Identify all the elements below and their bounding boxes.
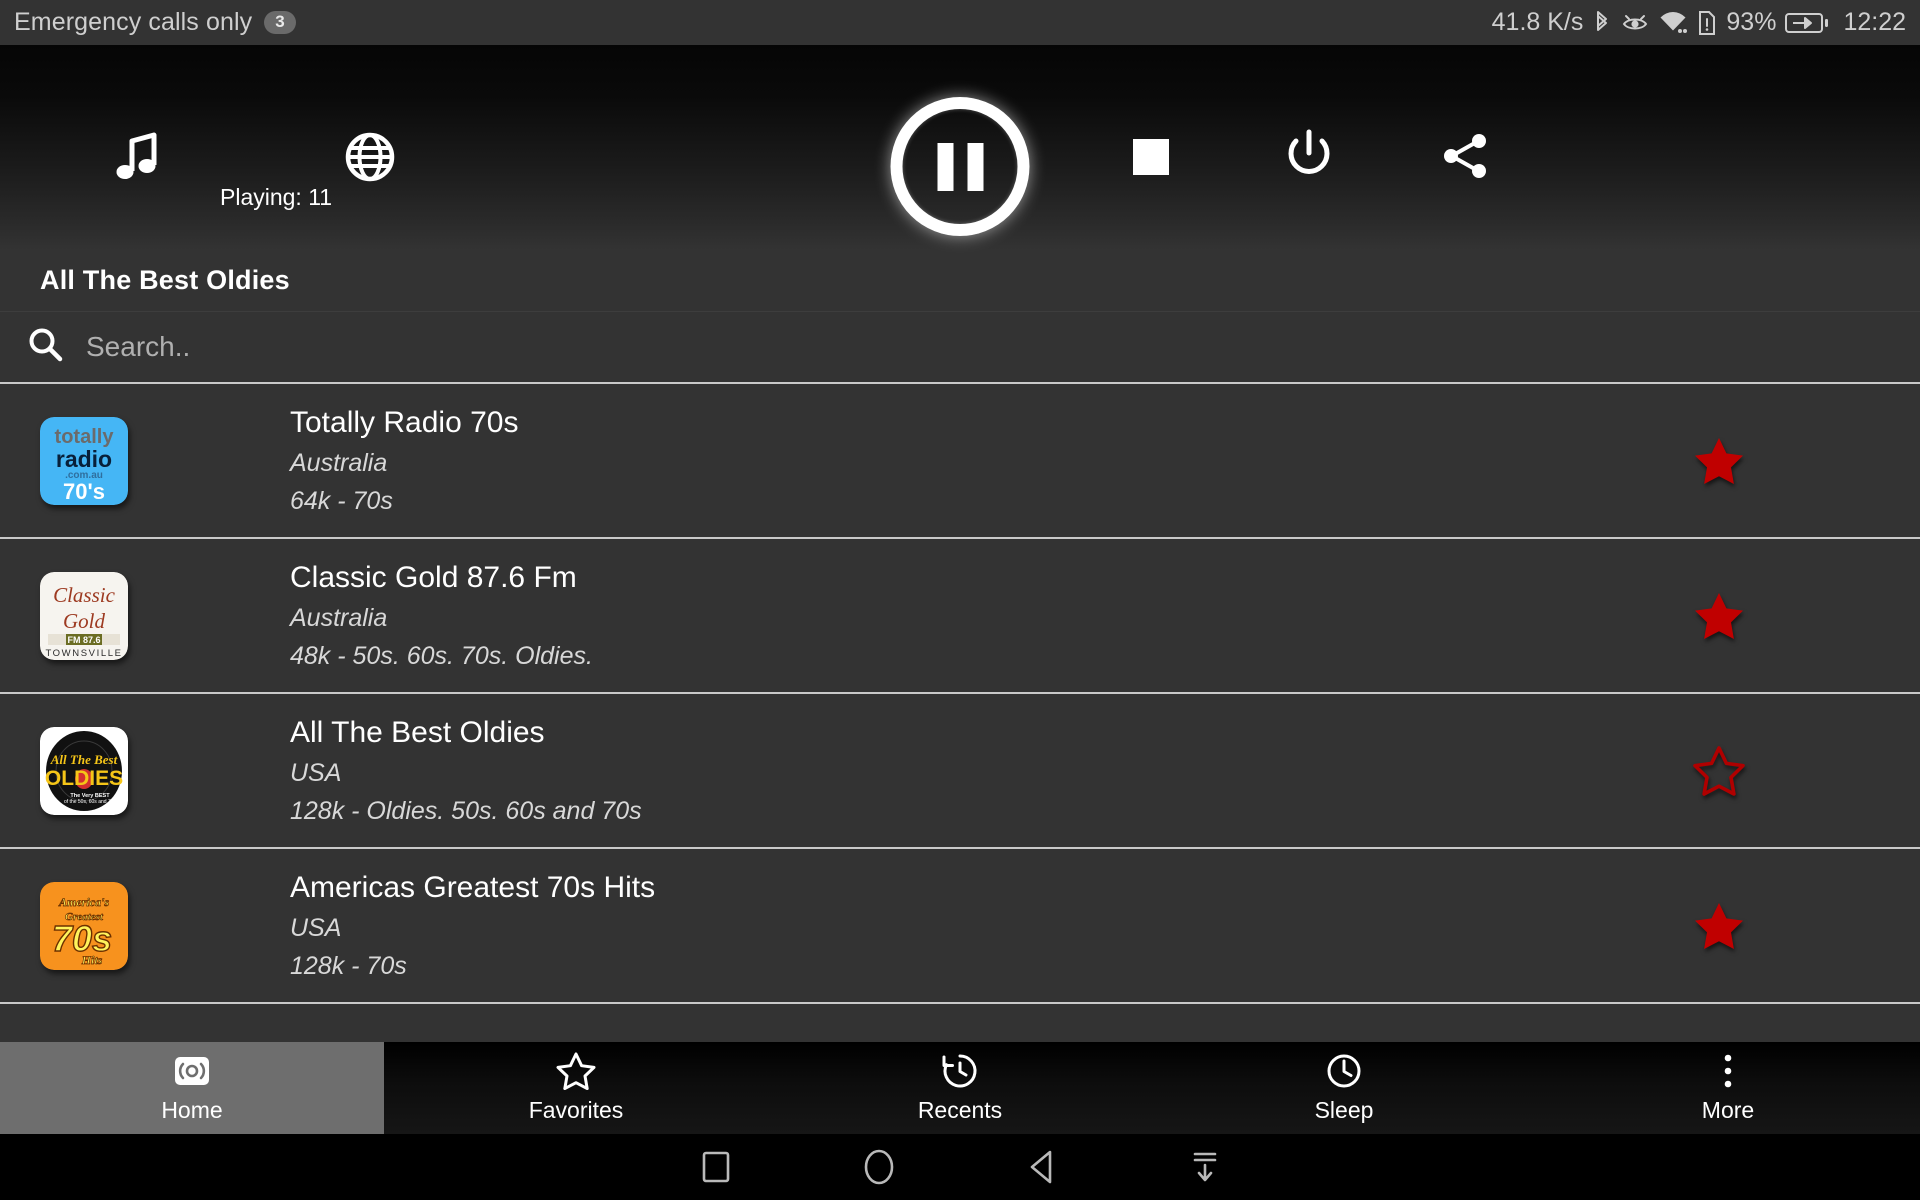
status-bar-right: 41.8 K/s 93% 12:22 <box>1492 8 1906 37</box>
playing-count-label: Playing: 11 <box>220 184 333 210</box>
station-country: Australia <box>290 448 388 477</box>
music-note-icon[interactable] <box>108 127 170 189</box>
svg-text:totally: totally <box>55 426 115 448</box>
station-meta: All The Best Oldies USA 128k - Oldies. 5… <box>290 716 642 826</box>
notification-count-badge: 3 <box>264 11 296 34</box>
search-icon <box>26 326 64 369</box>
favorite-star-button[interactable] <box>1693 745 1745 796</box>
battery-percent-label: 93% <box>1726 8 1777 36</box>
hide-keyboard-icon[interactable] <box>1123 1149 1286 1185</box>
bluetooth-icon <box>1592 9 1612 37</box>
station-details: 128k - 70s <box>290 951 407 980</box>
svg-text:Gold: Gold <box>63 609 106 633</box>
page-title: All The Best Oldies <box>40 265 290 295</box>
status-bar-left: Emergency calls only 3 <box>14 8 296 37</box>
app-screen: Emergency calls only 3 41.8 K/s 93% 12:2… <box>0 0 1920 1200</box>
carrier-label: Emergency calls only <box>14 8 253 36</box>
station-list: totally radio .com.au 70's Totally Radio… <box>0 384 1920 1042</box>
station-country: USA <box>290 758 342 787</box>
recents-square-icon[interactable] <box>634 1150 797 1184</box>
station-meta: Totally Radio 70s Australia 64k - 70s <box>290 406 518 516</box>
radio-broadcast-icon <box>173 1052 211 1090</box>
station-name: Americas Greatest 70s Hits <box>290 870 656 904</box>
clock-label: 12:22 <box>1843 8 1906 36</box>
overflow-dots-icon <box>1722 1052 1734 1090</box>
station-country: USA <box>290 913 342 942</box>
power-button[interactable] <box>1281 127 1337 183</box>
now-playing-title-bar: All The Best Oldies <box>0 250 1920 312</box>
classic-gold-logo: Classic Gold FM 87.6 TOWNSVILLE <box>40 571 128 660</box>
history-icon <box>941 1052 979 1090</box>
station-details: 64k - 70s <box>290 486 393 515</box>
station-name: Totally Radio 70s <box>290 405 519 439</box>
tab-label: More <box>1701 1097 1755 1123</box>
android-nav-bar <box>0 1134 1920 1200</box>
tab-home[interactable]: Home <box>0 1042 384 1134</box>
pause-icon <box>890 97 1030 236</box>
station-name: All The Best Oldies <box>290 715 545 749</box>
star-outline-icon <box>556 1052 596 1090</box>
station-meta: Americas Greatest 70s Hits USA 128k - 70… <box>290 871 655 981</box>
tab-more[interactable]: More <box>1536 1042 1920 1134</box>
station-details: 128k - Oldies. 50s. 60s and 70s <box>290 796 642 825</box>
svg-text:Hits: Hits <box>81 953 103 967</box>
favorite-star-button[interactable] <box>1693 901 1745 951</box>
sim-alert-icon <box>1697 10 1717 36</box>
tab-label: Recents <box>917 1097 1003 1123</box>
back-triangle-icon[interactable] <box>960 1149 1123 1185</box>
svg-text:Classic: Classic <box>53 583 116 607</box>
wifi-icon <box>1658 10 1688 36</box>
station-details: 48k - 50s. 60s. 70s. Oldies. <box>290 641 593 670</box>
tab-favorites[interactable]: Favorites <box>384 1042 768 1134</box>
android-status-bar: Emergency calls only 3 41.8 K/s 93% 12:2… <box>0 0 1920 45</box>
station-country: Australia <box>290 603 388 632</box>
search-bar[interactable] <box>0 312 1920 384</box>
table-row[interactable]: totally radio .com.au 70's Totally Radio… <box>0 384 1920 539</box>
tab-recents[interactable]: Recents <box>768 1042 1152 1134</box>
stop-button[interactable] <box>1128 134 1174 180</box>
tab-label: Sleep <box>1314 1097 1374 1123</box>
favorite-star-button[interactable] <box>1693 591 1745 641</box>
svg-text:America's: America's <box>58 895 109 909</box>
svg-text:radio: radio <box>56 446 112 472</box>
network-speed-label: 41.8 K/s <box>1491 8 1584 36</box>
battery-charging-icon <box>1785 11 1829 35</box>
table-row[interactable]: All The Best OLDIES The Very BEST of the… <box>0 694 1920 849</box>
eye-icon <box>1621 10 1649 36</box>
svg-text:TOWNSVILLE: TOWNSVILLE <box>45 648 122 659</box>
svg-text:OLDIES: OLDIES <box>45 767 123 790</box>
totally-radio-70s-logo: totally radio .com.au 70's <box>40 416 128 505</box>
svg-text:70's: 70's <box>63 479 105 504</box>
tab-label: Home <box>161 1097 223 1123</box>
americas-greatest-70s-hits-logo: America's Greatest 70s Hits <box>40 881 128 970</box>
bottom-tab-bar: Home Favorites Recents Sleep More <box>0 1042 1920 1134</box>
player-header: Playing: 11 <box>0 45 1920 250</box>
share-button[interactable] <box>1438 129 1492 183</box>
station-name: Classic Gold 87.6 Fm <box>290 560 577 594</box>
station-meta: Classic Gold 87.6 Fm Australia 48k - 50s… <box>290 561 593 671</box>
all-the-best-oldies-logo: All The Best OLDIES The Very BEST of the… <box>40 726 128 815</box>
svg-text:FM 87.6: FM 87.6 <box>67 635 100 645</box>
tab-sleep[interactable]: Sleep <box>1152 1042 1536 1134</box>
svg-text:All The Best: All The Best <box>50 752 118 767</box>
clock-icon <box>1325 1052 1363 1090</box>
svg-text:of the 50s, 60s and 70s: of the 50s, 60s and 70s <box>64 799 116 805</box>
tab-label: Favorites <box>528 1097 624 1123</box>
home-circle-icon[interactable] <box>797 1148 960 1186</box>
table-row[interactable]: Classic Gold FM 87.6 TOWNSVILLE Classic … <box>0 539 1920 694</box>
search-input[interactable] <box>86 331 1894 363</box>
pause-button[interactable] <box>890 97 1030 236</box>
globe-icon[interactable] <box>343 130 397 184</box>
table-row[interactable]: America's Greatest 70s Hits Americas Gre… <box>0 849 1920 1004</box>
favorite-star-button[interactable] <box>1693 436 1745 486</box>
